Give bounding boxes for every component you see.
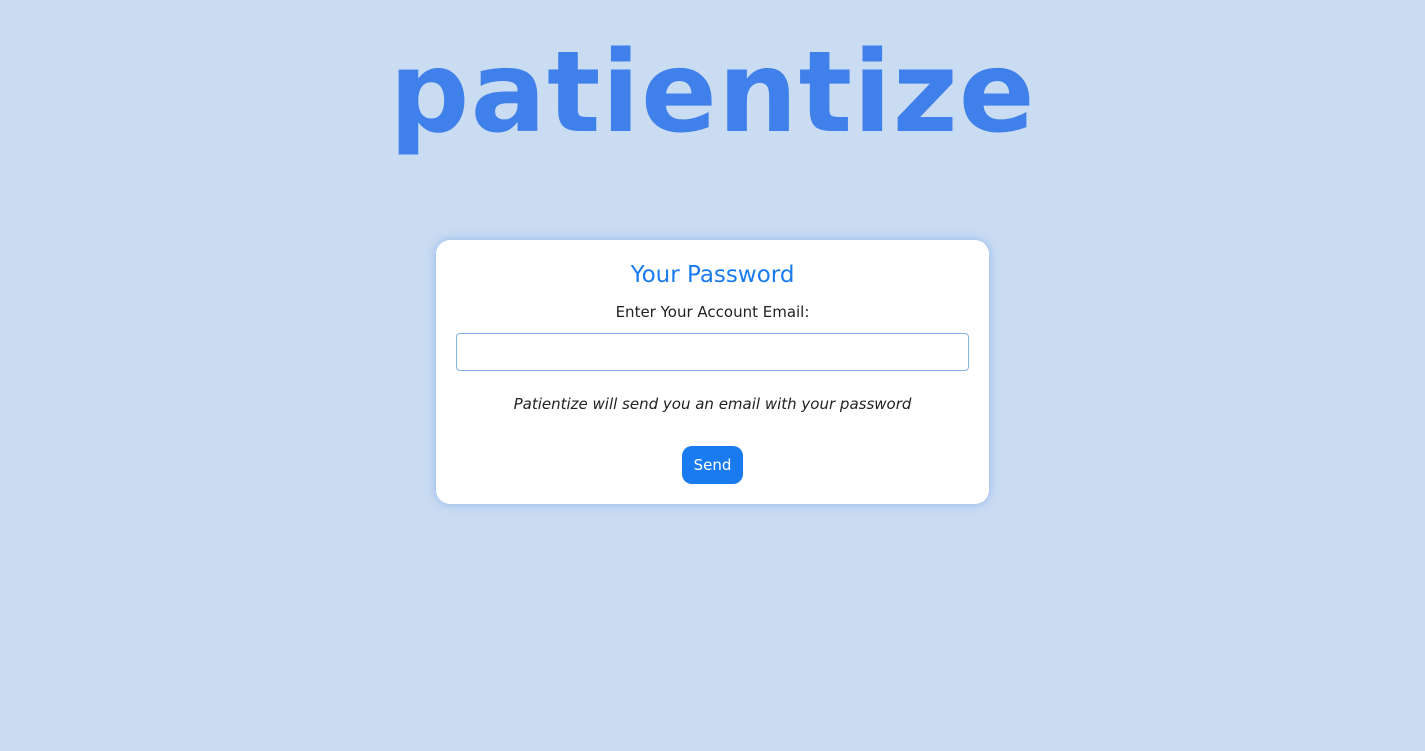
send-button[interactable]: Send: [682, 446, 743, 484]
email-hint-text: Patientize will send you an email with y…: [513, 395, 912, 413]
patientize-logo: patientize: [389, 28, 1036, 158]
email-input[interactable]: [456, 333, 969, 371]
email-label: Enter Your Account Email:: [615, 303, 810, 321]
card-title: Your Password: [630, 262, 795, 288]
